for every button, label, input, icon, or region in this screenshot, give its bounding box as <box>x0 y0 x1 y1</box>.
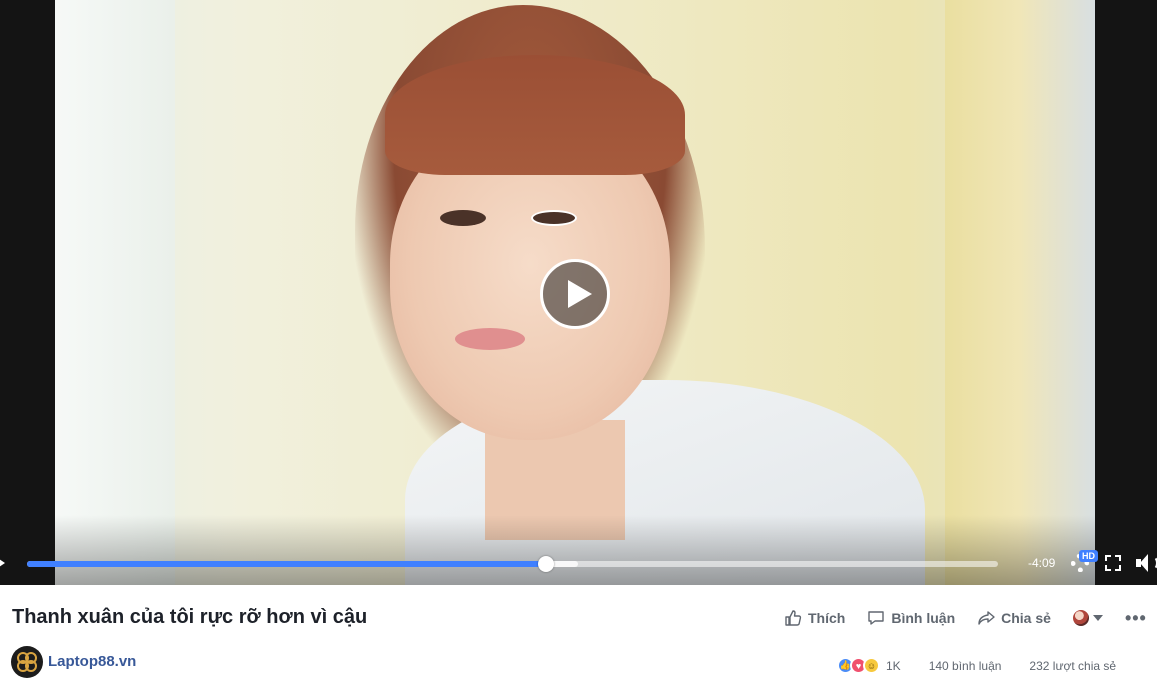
volume-icon[interactable] <box>1136 552 1157 574</box>
page-avatar[interactable] <box>11 646 43 678</box>
comment-label: Bình luận <box>891 610 956 626</box>
play-icon[interactable] <box>0 557 5 569</box>
scene-wall-right <box>945 0 1095 585</box>
comments-count[interactable]: 140 bình luận <box>929 659 1002 673</box>
settings-button[interactable]: HD <box>1070 550 1098 574</box>
page-name-link[interactable]: Laptop88.vn <box>48 653 136 670</box>
scene-bangs <box>385 55 685 175</box>
reactions-count[interactable]: 1K <box>886 659 901 673</box>
more-options-button[interactable]: ••• <box>1125 609 1147 627</box>
laptop88-logo-icon <box>17 652 37 672</box>
fullscreen-icon[interactable] <box>1105 555 1121 571</box>
controls-shade <box>55 515 1095 585</box>
play-button[interactable] <box>540 259 610 329</box>
share-button[interactable]: Chia sẻ <box>977 609 1051 627</box>
action-bar: Thích Bình luận Chia sẻ ••• <box>784 609 1147 627</box>
like-button[interactable]: Thích <box>784 609 845 627</box>
scene-wall-left <box>55 0 175 585</box>
haha-icon: ☺ <box>863 657 880 674</box>
avatar <box>1072 610 1089 626</box>
comment-button[interactable]: Bình luận <box>867 609 955 627</box>
time-remaining: -4:09 <box>1028 556 1056 570</box>
like-label: Thích <box>808 610 846 626</box>
scene-eye-left <box>440 210 486 226</box>
share-label: Chia sẻ <box>1001 610 1051 626</box>
post-as-selector[interactable] <box>1072 610 1103 626</box>
caret-down-icon <box>1092 615 1103 621</box>
hd-badge: HD <box>1079 550 1098 562</box>
thumbs-up-icon <box>785 610 802 626</box>
engagement-stats: 👍 ♥ ☺ 1K 140 bình luận 232 lượt chia sẻ <box>837 657 1144 674</box>
progress-played <box>27 561 547 567</box>
scene-eye-right <box>531 210 577 226</box>
video-title: Thanh xuân của tôi rực rỡ hơn vì cậu <box>12 606 368 628</box>
comment-icon <box>868 611 885 625</box>
reactions-summary[interactable]: 👍 ♥ ☺ <box>837 657 880 674</box>
video-player[interactable]: -4:09 HD <box>0 0 1157 585</box>
progress-bar[interactable] <box>27 556 998 572</box>
shares-count[interactable]: 232 lượt chia sẻ <box>1029 659 1116 673</box>
scene-lips <box>455 328 525 350</box>
share-icon <box>978 611 995 625</box>
